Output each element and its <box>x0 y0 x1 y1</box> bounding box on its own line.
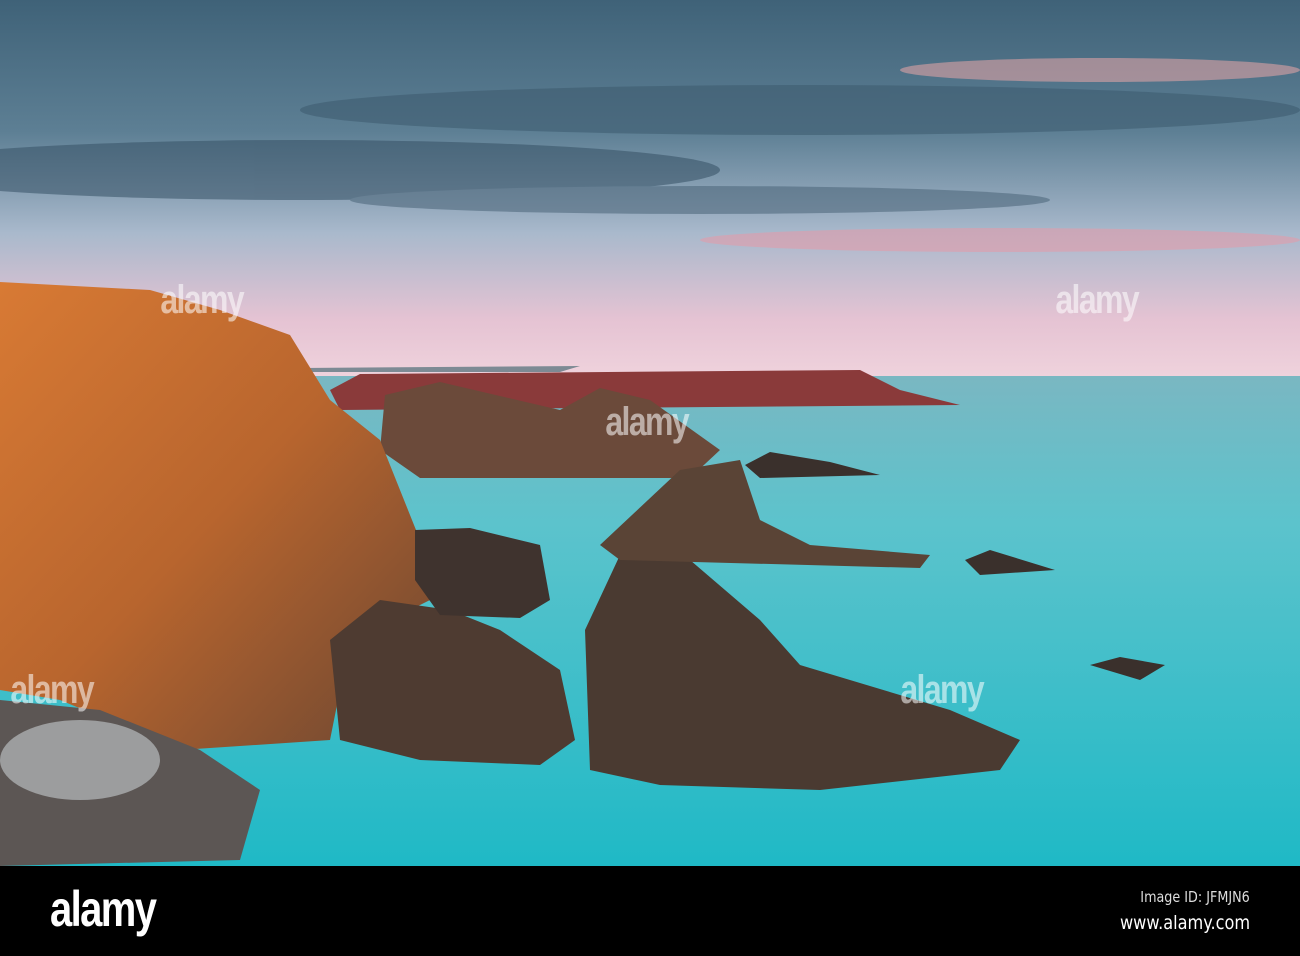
pebbles <box>0 720 160 800</box>
watermark: alamy <box>605 400 689 444</box>
alamy-logo: alamy <box>50 881 157 937</box>
footer-bar: alamy Image ID: JFMJN6 www.alamy.com <box>0 866 1300 956</box>
website-url: www.alamy.com <box>1119 912 1250 934</box>
watermark: alamy <box>10 668 94 712</box>
stock-photo: alamy alamy alamy alamy alamy alamy Imag… <box>0 0 1300 956</box>
image-id: Image ID: JFMJN6 <box>1140 888 1250 906</box>
watermark: alamy <box>160 278 244 322</box>
watermark: alamy <box>1055 278 1139 322</box>
watermark: alamy <box>900 668 984 712</box>
